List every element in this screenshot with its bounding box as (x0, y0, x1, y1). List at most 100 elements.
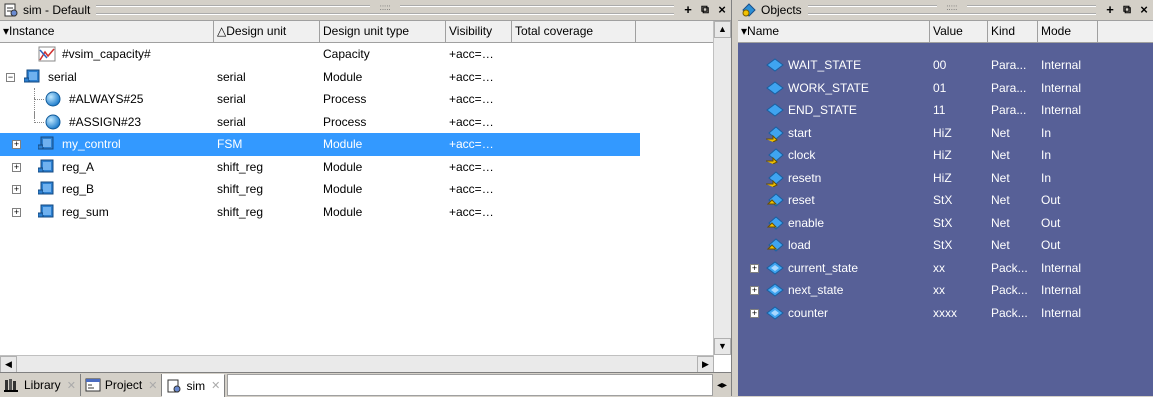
object-mode-cell: Out (1041, 193, 1061, 208)
horizontal-scrollbar[interactable]: ◀ ▶ (0, 355, 714, 373)
object-kind-cell: Net (991, 193, 1010, 208)
object-row-reset[interactable]: reset StX Net Out (738, 189, 1153, 212)
object-kind-cell: Para... (991, 103, 1027, 118)
object-value-cell: xx (933, 283, 945, 298)
design-unit-type-cell: Module (323, 137, 363, 152)
design-unit-cell: serial (217, 92, 246, 107)
instance-name: my_control (62, 137, 121, 152)
object-name: current_state (788, 260, 859, 275)
object-kind-cell: Net (991, 215, 1010, 230)
design-unit-cell: serial (217, 69, 246, 84)
scroll-down-button[interactable]: ▼ (714, 338, 731, 355)
sim-pane-title: sim - Default (23, 3, 91, 17)
instance-row-my_control[interactable]: + my_control FSM Module +acc=… (0, 133, 640, 156)
design-unit-cell: shift_reg (217, 159, 264, 174)
instance-row-always25[interactable]: #ALWAYS#25 serial Process +acc=… (0, 88, 715, 111)
tab-library[interactable]: Library ✕ (0, 374, 81, 396)
objects-pane-titlebar[interactable]: Objects ::::: + ⧉ × (738, 0, 1153, 21)
close-tab-icon[interactable]: ✕ (148, 379, 157, 392)
design-unit-cell: FSM (217, 137, 243, 152)
tree-expander-icon[interactable]: − (6, 72, 15, 82)
column-total-coverage[interactable]: Total coverage (512, 21, 636, 42)
objects-pane: Objects ::::: + ⧉ × ▾Name Value Kind Mod… (738, 0, 1153, 396)
object-row-load[interactable]: load StX Net Out (738, 234, 1153, 257)
object-kind-cell: Pack... (991, 283, 1028, 298)
process-icon (45, 91, 61, 110)
object-row-end_state[interactable]: END_STATE 11 Para... Internal (738, 99, 1153, 122)
instance-row-vsim_capacity[interactable]: #vsim_capacity# Capacity +acc=… (0, 43, 715, 66)
pane-drag-grip[interactable]: ::::: (807, 4, 1096, 15)
scroll-right-button[interactable]: ▶ (697, 356, 714, 373)
column-instance[interactable]: ▾Instance (0, 21, 214, 42)
object-name: resetn (788, 170, 822, 185)
close-pane-button[interactable]: × (1136, 2, 1152, 18)
module-icon (37, 136, 54, 153)
tree-expander-icon[interactable]: + (750, 286, 759, 296)
object-name: next_state (788, 283, 844, 298)
object-name: clock (788, 148, 816, 163)
design-unit-type-cell: Module (323, 159, 363, 174)
design-unit-type-cell: Process (323, 92, 367, 107)
tree-expander-icon[interactable]: + (750, 308, 759, 318)
tree-expander-icon[interactable]: + (750, 263, 759, 273)
object-row-clock[interactable]: clock HiZ Net In (738, 144, 1153, 167)
column-design-unit[interactable]: △Design unit (214, 21, 320, 42)
close-pane-button[interactable]: × (714, 2, 730, 18)
tab-sim[interactable]: sim ✕ (162, 373, 226, 397)
column-mode[interactable]: Mode (1038, 21, 1098, 42)
tree-expander-icon[interactable]: + (12, 140, 21, 150)
scroll-left-button[interactable]: ◀ (0, 356, 17, 373)
dock-button[interactable]: + (1102, 2, 1118, 18)
close-tab-icon[interactable]: ✕ (67, 379, 76, 392)
instance-row-reg_b[interactable]: + reg_B shift_reg Module +acc=… (0, 178, 715, 201)
close-tab-icon[interactable]: ✕ (211, 379, 220, 392)
object-row-work_state[interactable]: WORK_STATE 01 Para... Internal (738, 77, 1153, 100)
instance-row-reg_a[interactable]: + reg_A shift_reg Module +acc=… (0, 156, 715, 179)
object-value-cell: HiZ (933, 125, 952, 140)
undock-button[interactable]: ⧉ (1119, 2, 1135, 18)
column-filler (1098, 21, 1153, 42)
column-visibility[interactable]: Visibility (446, 21, 512, 42)
column-kind[interactable]: Kind (988, 21, 1038, 42)
object-row-current_state[interactable]: + current_state xx Pack... Internal (738, 257, 1153, 280)
object-mode-cell: Internal (1041, 103, 1082, 118)
tab-project[interactable]: Project ✕ (80, 374, 163, 396)
visibility-cell: +acc=… (449, 114, 494, 129)
object-row-enable[interactable]: enable StX Net Out (738, 212, 1153, 235)
undock-button[interactable]: ⧉ (697, 2, 713, 18)
objects-pane-title: Objects (761, 3, 802, 17)
object-row-start[interactable]: start HiZ Net In (738, 122, 1153, 145)
object-row-wait_state[interactable]: WAIT_STATE 00 Para... Internal (738, 54, 1153, 77)
dock-button[interactable]: + (680, 2, 696, 18)
design-unit-type-cell: Capacity (323, 47, 370, 62)
object-mode-cell: Internal (1041, 260, 1082, 275)
object-value-cell: StX (933, 215, 953, 230)
tree-expander-icon[interactable]: + (12, 185, 21, 195)
library-icon (4, 379, 18, 392)
visibility-cell: +acc=… (449, 47, 494, 62)
scroll-up-button[interactable]: ▲ (714, 21, 731, 38)
tree-expander-icon[interactable]: + (12, 207, 21, 217)
column-design-unit-type[interactable]: Design unit type (320, 21, 446, 42)
visibility-cell: +acc=… (449, 137, 494, 152)
vertical-scrollbar[interactable]: ▲ ▼ (713, 21, 731, 355)
object-kind-cell: Net (991, 238, 1010, 253)
object-row-counter[interactable]: + counter xxxx Pack... Internal (738, 302, 1153, 325)
column-value[interactable]: Value (930, 21, 988, 42)
column-name[interactable]: ▾Name (738, 21, 930, 42)
tree-connector-line (34, 98, 35, 118)
object-mode-cell: Internal (1041, 305, 1082, 320)
object-row-resetn[interactable]: resetn HiZ Net In (738, 167, 1153, 190)
tree-expander-icon[interactable]: + (12, 162, 21, 172)
object-name: WAIT_STATE (788, 58, 862, 73)
pane-drag-grip[interactable]: ::::: (96, 4, 674, 15)
tab-scroll-buttons[interactable]: ◂▸ (713, 380, 731, 391)
object-name: reset (788, 193, 815, 208)
sim-pane-titlebar[interactable]: sim - Default ::::: + ⧉ × (0, 0, 731, 21)
instance-row-reg_sum[interactable]: + reg_sum shift_reg Module +acc=… (0, 201, 715, 224)
object-row-next_state[interactable]: + next_state xx Pack... Internal (738, 279, 1153, 302)
instance-row-assign23[interactable]: #ASSIGN#23 serial Process +acc=… (0, 110, 715, 134)
object-value-cell: xx (933, 260, 945, 275)
instance-row-serial[interactable]: − serial serial Module +acc=… (0, 66, 715, 89)
object-value-cell: 11 (933, 103, 946, 118)
